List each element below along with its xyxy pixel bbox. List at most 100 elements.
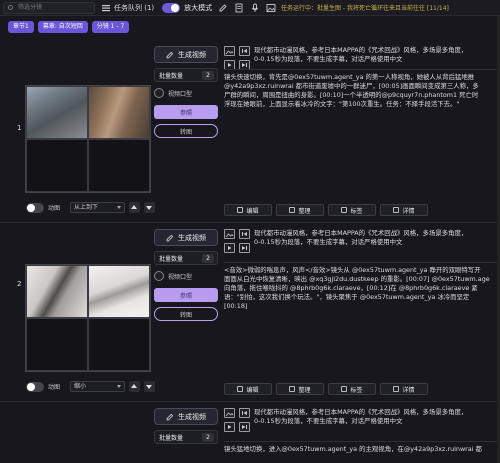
organize-button[interactable]: 整理: [276, 204, 324, 216]
description-line: 尸群的瞬间，周围是扭曲的身影。[00:10]一个半透明的@p9cquyr7n.p…: [224, 91, 479, 99]
doc-icon[interactable]: [234, 3, 244, 13]
empty-slot[interactable]: [26, 318, 88, 371]
details-icon: [393, 386, 400, 392]
skip-back-icon[interactable]: [239, 46, 250, 56]
details-button[interactable]: 详情: [380, 383, 428, 395]
image-icon[interactable]: [266, 3, 276, 13]
generate-label: 生成视频: [178, 50, 206, 59]
organize-icon: [289, 386, 296, 392]
skip-forward-icon[interactable]: [239, 243, 250, 253]
edit-icon: [237, 207, 244, 213]
play-icon[interactable]: [224, 422, 235, 432]
batch-value[interactable]: 2: [202, 253, 214, 263]
tags-button[interactable]: 标签: [328, 204, 376, 216]
batch-count[interactable]: 批量数量 2: [154, 430, 218, 444]
video-lip-option[interactable]: 视频口型: [154, 271, 218, 281]
play-icon[interactable]: [224, 243, 235, 253]
row-footer: 动图 缩小: [26, 381, 156, 392]
row-index: 2: [17, 280, 22, 288]
move-down-icon[interactable]: [144, 381, 156, 392]
generate-label: 生成视频: [178, 412, 206, 421]
anim-label: 动图: [48, 205, 61, 212]
radio-button[interactable]: [154, 271, 164, 281]
generate-video-button[interactable]: 生成视频: [154, 408, 218, 425]
radio-button[interactable]: [154, 88, 164, 98]
search-input[interactable]: 筛选分镜: [3, 1, 95, 14]
pencil-icon: [166, 234, 174, 242]
batch-count[interactable]: 批量数量 2: [154, 251, 218, 265]
order-select[interactable]: 缩小: [70, 381, 126, 392]
row-index: 1: [17, 124, 22, 132]
shot-description[interactable]: <音效>微弱的喘息声，风声</音效>镜头从 @0ex57tuwm.agent_y…: [224, 262, 500, 362]
image-grid: [25, 85, 151, 193]
description-line: 浮现在她眼前，上面显示着冰冷的文字："第100次重生。任务：不择手段活下去。": [224, 100, 460, 108]
row-footer: 动图 从上到下: [26, 202, 156, 213]
mic-icon[interactable]: [250, 3, 260, 13]
batch-count[interactable]: 批量数量 2: [154, 68, 218, 82]
filter-tags: 章节1 幕章: 自次短回 分镜 1 - 7: [0, 18, 130, 36]
image-grid: [25, 264, 151, 372]
style-prompt[interactable]: 现代都市动漫风格，参考日本MAPPA的《咒术回战》风格，多场景多角度， 0-0.…: [254, 229, 500, 247]
skip-back-icon[interactable]: [239, 229, 250, 239]
edit-button[interactable]: 编辑: [224, 204, 272, 216]
empty-slot[interactable]: [88, 318, 150, 371]
generate-video-button[interactable]: 生成视频: [154, 46, 218, 63]
prompt-line: 现代都市动漫风格，参考日本MAPPA的《咒术回战》风格，多场景多角度，: [254, 229, 468, 237]
video-lip-label: 视频口型: [168, 273, 193, 281]
edit-button[interactable]: 编辑: [224, 383, 272, 395]
organize-label: 整理: [298, 207, 311, 215]
shot-image[interactable]: [88, 86, 150, 139]
move-down-icon[interactable]: [144, 202, 156, 213]
style-prompt[interactable]: 现代都市动漫风格，参考日本MAPPA的《咒术回战》风格，多场景多角度， 0-0.…: [254, 408, 500, 426]
image-icon[interactable]: [224, 408, 235, 418]
media-icons: [224, 408, 238, 436]
empty-slot[interactable]: [88, 139, 150, 192]
generate-video-button[interactable]: 生成视频: [154, 229, 218, 246]
prompt-line: 现代都市动漫风格，参考日本MAPPA的《咒术回战》风格，多场景多角度，: [254, 46, 468, 54]
reference-button[interactable]: 参照: [154, 288, 218, 302]
image-icon[interactable]: [224, 229, 235, 239]
tag-icon: [341, 386, 348, 392]
move-up-icon[interactable]: [129, 381, 141, 392]
shot-image[interactable]: [88, 265, 150, 318]
order-select[interactable]: 从上到下: [70, 202, 126, 213]
skip-back-icon[interactable]: [239, 408, 250, 418]
tag-scene[interactable]: 幕章: 自次短回: [37, 21, 88, 33]
shot-image[interactable]: [26, 265, 88, 318]
pencil-icon: [166, 413, 174, 421]
prompt-line: 0-0.15秒为段落，不要生成字幕，对话严格使用中文: [254, 238, 403, 246]
anim-toggle[interactable]: [26, 202, 44, 213]
tag-shots[interactable]: 分镜 1 - 7: [91, 21, 130, 33]
style-prompt[interactable]: 现代都市动漫风格，参考日本MAPPA的《咒术回战》风格，多场景多角度， 0-0.…: [254, 46, 500, 64]
organize-button[interactable]: 整理: [276, 383, 324, 395]
reference-button[interactable]: 参照: [154, 105, 218, 119]
task-queue-button[interactable]: 任务队列 (1): [114, 3, 154, 13]
storyboard-row: 2 生成视频 批量数量 2 视频口型 参照 转图 现代都市动漫风格，参考日本MA…: [0, 224, 500, 402]
zoom-mode-toggle[interactable]: [162, 2, 181, 13]
search-placeholder: 筛选分镜: [18, 3, 43, 11]
anim-toggle[interactable]: [26, 381, 44, 392]
convert-button[interactable]: 转图: [154, 124, 218, 138]
shot-description[interactable]: 镜头快速切换，背先是@0ex57tuwm.agent_ya 的第一人称视角，她被…: [224, 69, 500, 179]
batch-value[interactable]: 2: [202, 70, 214, 80]
shot-image[interactable]: [26, 86, 88, 139]
details-button[interactable]: 详情: [380, 204, 428, 216]
anim-label: 动图: [48, 384, 61, 391]
skip-forward-icon[interactable]: [239, 422, 250, 432]
list-icon[interactable]: [101, 3, 111, 13]
prompt-line: 0-0.15秒为段落，不要生成字幕，对话严格使用中文: [254, 55, 403, 63]
tag-chapter[interactable]: 章节1: [8, 21, 34, 33]
tag-icon: [341, 207, 348, 213]
move-up-icon[interactable]: [129, 202, 141, 213]
tags-button[interactable]: 标签: [328, 383, 376, 395]
generate-label: 生成视频: [178, 233, 206, 242]
image-icon[interactable]: [224, 46, 235, 56]
shot-description[interactable]: 镜头猛地切换，进入@0ex57tuwm.agent_ya 的主观视角，在@y42…: [224, 441, 500, 455]
empty-slot[interactable]: [26, 139, 88, 192]
convert-button[interactable]: 转图: [154, 307, 218, 321]
edit-icon[interactable]: [218, 3, 228, 13]
batch-value[interactable]: 2: [202, 432, 214, 442]
description-line: 镜头猛地切换，进入@0ex57tuwm.agent_ya 的主观视角，在@y42…: [224, 445, 482, 453]
edit-label: 编辑: [246, 386, 259, 394]
video-lip-option[interactable]: 视频口型: [154, 88, 218, 98]
